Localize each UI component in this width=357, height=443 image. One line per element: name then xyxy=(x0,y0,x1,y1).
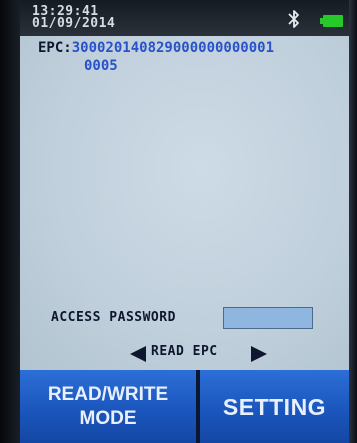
arrow-left-icon[interactable] xyxy=(130,346,146,362)
epc-value: 300020140829000000000001 xyxy=(71,40,275,56)
access-password-label: ACCESS PASSWORD xyxy=(51,310,176,325)
device-bezel-right xyxy=(349,0,357,443)
arrow-right-icon[interactable] xyxy=(251,346,267,362)
softkey-bar: READ/WRITE MODE SETTING xyxy=(20,370,349,443)
epc-row: EPC:300020140829000000000001 xyxy=(38,40,274,56)
epc-value-continued: 0005 xyxy=(84,58,118,74)
mode-label: MODE xyxy=(79,408,137,429)
access-password-field[interactable] xyxy=(223,307,313,329)
status-bar: 13:29:41 01/09/2014 xyxy=(20,0,349,36)
setting-label: SETTING xyxy=(222,394,327,420)
device-screen: 13:29:41 01/09/2014 EPC:3000201408290000… xyxy=(20,0,349,443)
device-bezel-left xyxy=(0,0,20,443)
epc-label: EPC: xyxy=(38,40,72,56)
setting-button[interactable]: SETTING xyxy=(200,370,349,443)
status-date: 01/09/2014 xyxy=(32,16,116,31)
read-epc-nav: READ EPC xyxy=(20,342,349,366)
read-write-label: READ/WRITE xyxy=(47,384,169,405)
read-write-mode-button[interactable]: READ/WRITE MODE xyxy=(20,370,198,443)
main-content: EPC:300020140829000000000001 0005 ACCESS… xyxy=(20,36,349,370)
read-epc-label: READ EPC xyxy=(151,344,218,359)
bluetooth-icon xyxy=(288,10,299,28)
battery-icon xyxy=(320,15,343,27)
